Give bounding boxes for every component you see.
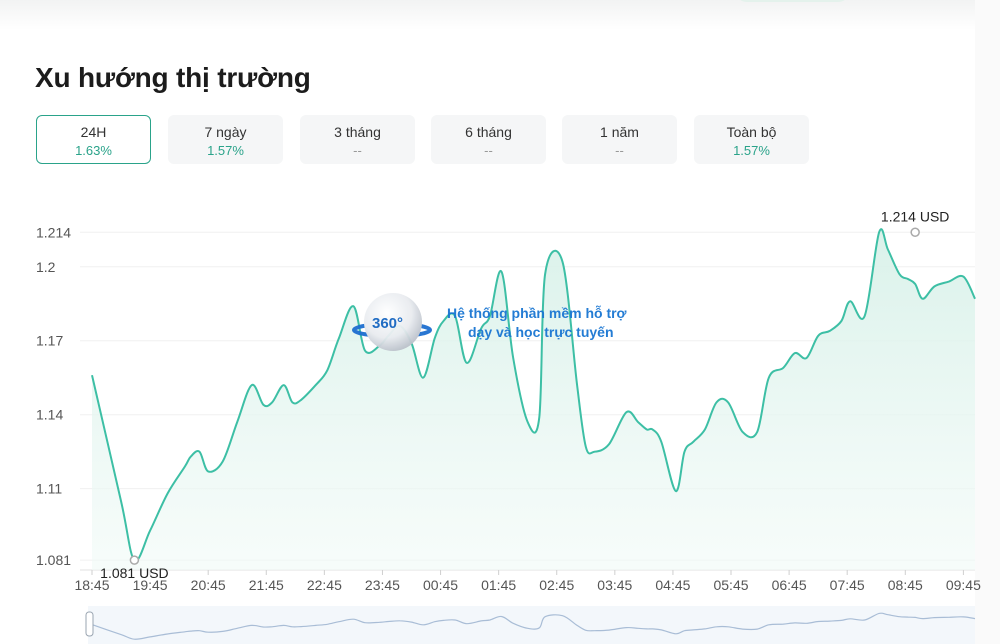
y-tick-label: 1.17 <box>36 333 63 349</box>
y-tick-label: 1.11 <box>36 481 62 497</box>
x-tick-label: 06:45 <box>772 577 807 593</box>
x-tick-label: 22:45 <box>307 577 342 593</box>
x-tick-label: 23:45 <box>365 577 400 593</box>
y-tick-label: 1.214 <box>36 224 71 240</box>
x-tick-label: 03:45 <box>597 577 632 593</box>
watermark-line1: Hệ thống phần mềm hỗ trợ <box>447 305 627 321</box>
max-point-label: 1.214 USD <box>881 208 949 224</box>
x-tick-label: 20:45 <box>191 577 226 593</box>
x-tick-label: 09:45 <box>946 577 981 593</box>
x-tick-label: 00:45 <box>423 577 458 593</box>
range-navigator[interactable] <box>85 606 976 644</box>
max-point-marker <box>910 227 920 238</box>
watermark-badge: 360° <box>372 315 403 332</box>
x-tick-label: 07:45 <box>830 577 865 593</box>
y-tick-label: 1.2 <box>36 259 56 275</box>
y-axis-ticks: 1.081 1.11 1.14 1.17 1.2 1.214 <box>36 224 71 568</box>
navigator-left-handle[interactable] <box>85 611 94 637</box>
x-tick-label: 04:45 <box>655 577 690 593</box>
navigator-track <box>88 606 975 644</box>
x-tick-label: 01:45 <box>481 577 516 593</box>
x-tick-label: 05:45 <box>713 577 748 593</box>
x-tick-label: 02:45 <box>539 577 574 593</box>
chart-area-layer <box>91 228 976 570</box>
watermark-line2: dạy và học trực tuyến <box>468 324 614 340</box>
min-point-marker <box>129 555 140 565</box>
x-axis-ticks: 18:45 19:45 20:45 21:45 22:45 23:45 00:45 01:45… <box>74 570 981 593</box>
x-tick-label: 08:45 <box>888 577 923 593</box>
y-tick-label: 1.14 <box>36 407 63 423</box>
min-point-label: 1.081 USD <box>100 565 168 581</box>
price-chart: 1.0811.111.141.171.21.214 18:45 19:45 20:4… <box>36 208 981 644</box>
x-tick-label: 21:45 <box>249 577 284 593</box>
series-area <box>92 229 975 570</box>
y-tick-label: 1.081 <box>36 552 71 568</box>
